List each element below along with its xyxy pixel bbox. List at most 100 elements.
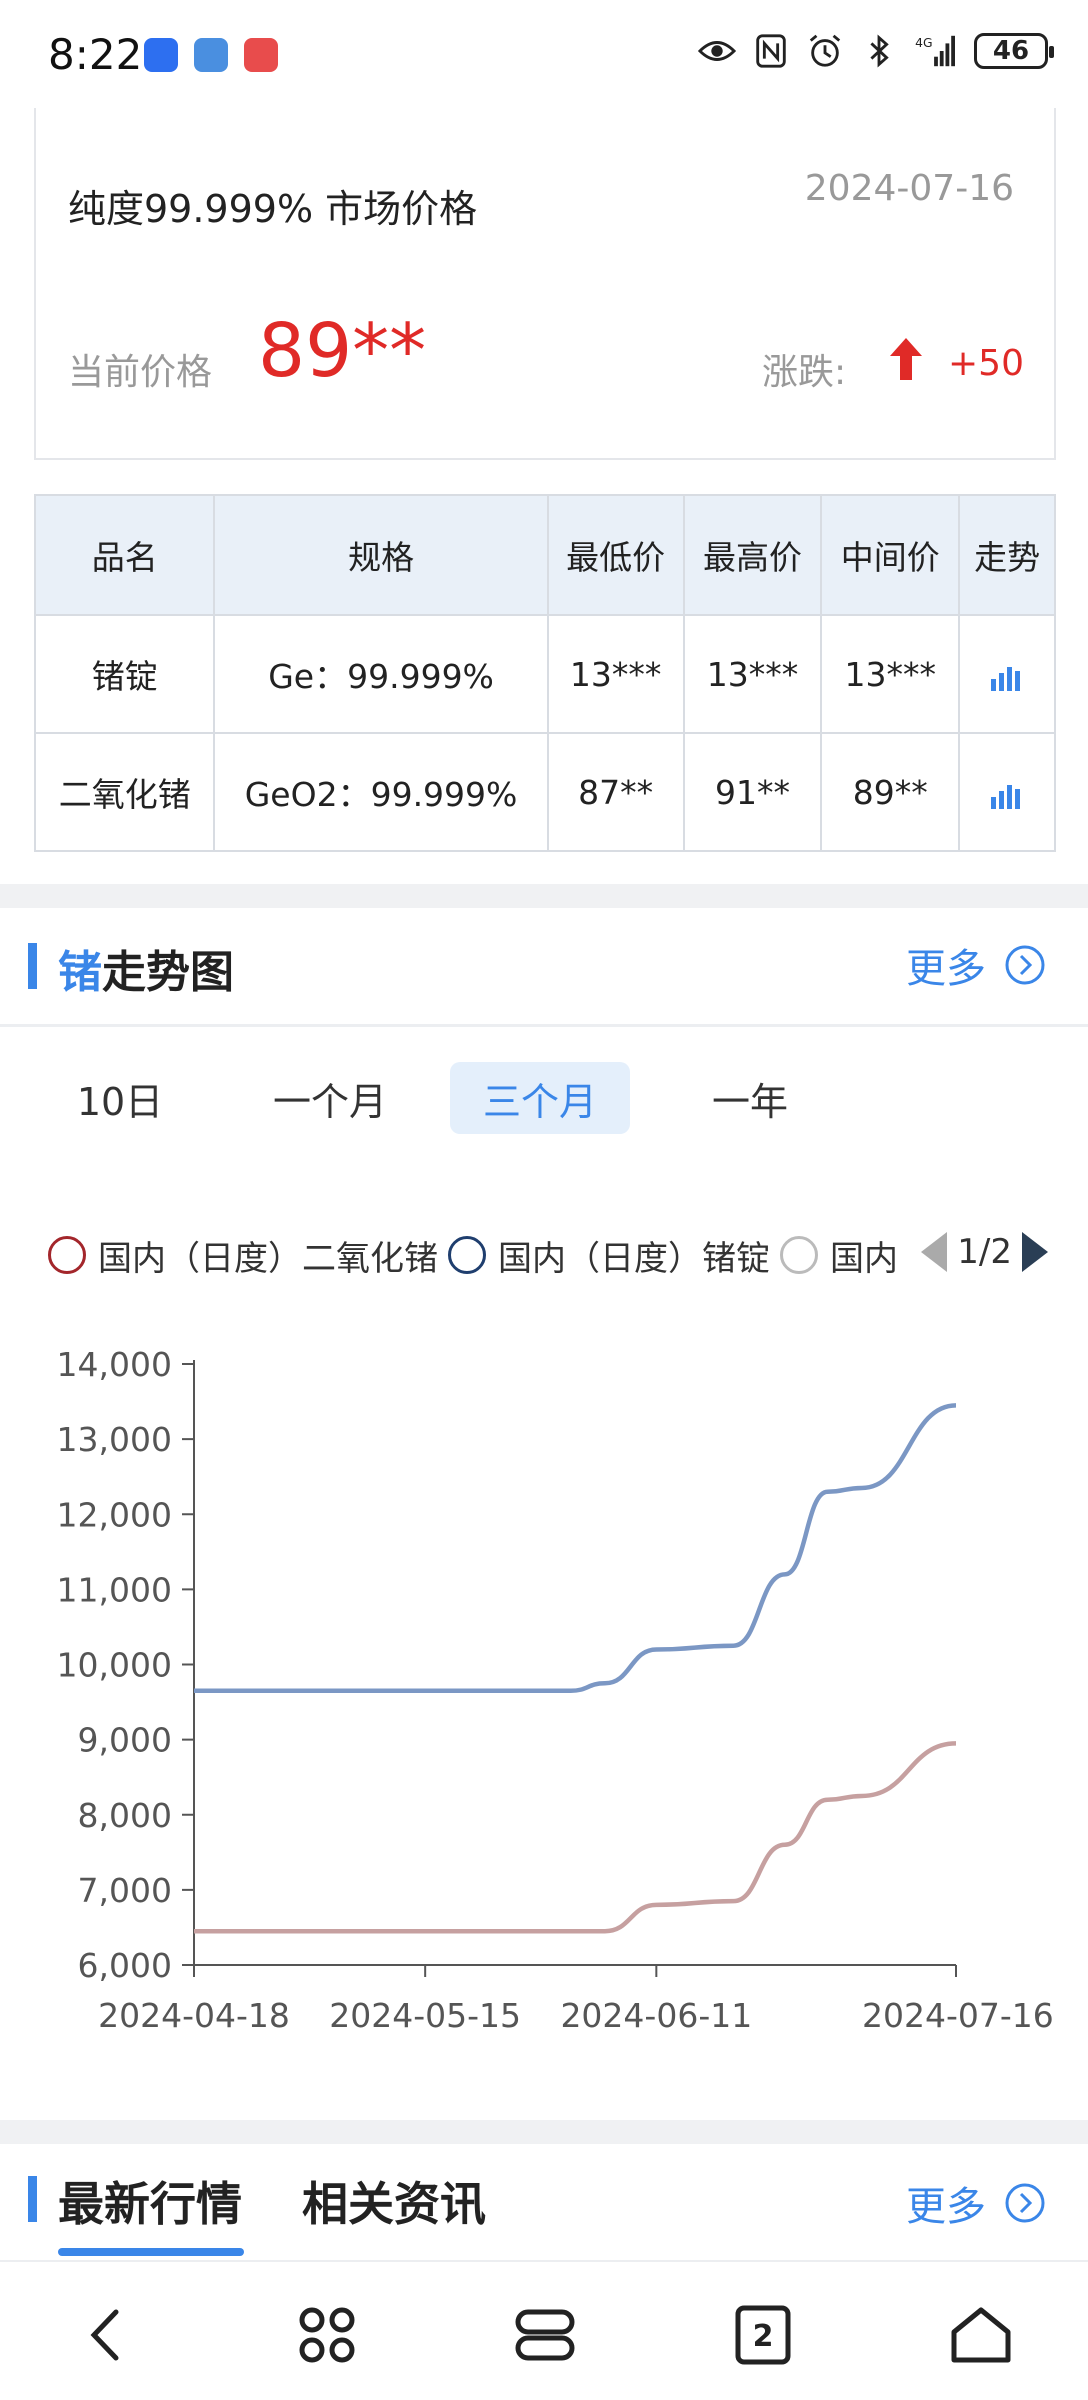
legend-label: 国内（日度）二氧化锗 <box>98 1238 438 1279</box>
tab-latest-market[interactable]: 最新行情 <box>58 2168 242 2234</box>
more-label: 更多 <box>906 2184 986 2230</box>
table-cell: 89** <box>820 732 961 852</box>
y-tick-label: 11,000 <box>57 1570 172 1609</box>
table-cell: GeO2：99.999% <box>213 732 549 852</box>
app-notification-icon <box>144 38 178 72</box>
app-menu-icon[interactable] <box>294 2302 360 2368</box>
y-tick-label: 10,000 <box>57 1646 172 1685</box>
current-price-value: 89** <box>258 308 427 394</box>
legend-pager: 1/2 <box>915 1232 1048 1272</box>
window-count-icon[interactable]: 2 <box>730 2302 796 2368</box>
y-tick-label: 7,000 <box>78 1871 172 1910</box>
arrow-up-icon <box>890 338 922 380</box>
table-row[interactable]: 二氧化锗 GeO2：99.999% 87** 91** 89** <box>33 732 1056 852</box>
y-tick-label: 14,000 <box>57 1345 172 1384</box>
x-tick-label: 2024-05-15 <box>329 1996 521 2035</box>
table-header-row: 品名 规格 最低价 最高价 中间价 走势 <box>33 494 1056 616</box>
x-tick-label: 2024-07-16 <box>862 1996 1054 2035</box>
trend-cell[interactable] <box>958 732 1056 852</box>
price-card-title: 纯度99.999% 市场价格 <box>68 187 478 231</box>
tabs-icon[interactable] <box>512 2302 578 2368</box>
table-header: 规格 <box>213 494 549 616</box>
alarm-icon <box>809 34 841 67</box>
chevron-right-circle-icon <box>1005 2183 1045 2223</box>
range-tab-3m[interactable]: 三个月 <box>450 1062 630 1134</box>
trend-chart: 6,000 7,000 8,000 9,000 10,000 11,000 12,000 13… <box>57 1345 1054 2035</box>
section-separator <box>0 884 1088 908</box>
svg-text:2: 2 <box>753 2319 774 2354</box>
table-header: 走势 <box>958 494 1056 616</box>
table-header: 中间价 <box>820 494 961 616</box>
chevron-right-circle-icon <box>1005 945 1045 985</box>
home-icon[interactable] <box>948 2302 1014 2368</box>
x-tick-label: 2024-04-18 <box>98 1996 290 2035</box>
table-header: 最低价 <box>546 494 685 616</box>
table-cell: 13*** <box>546 614 685 734</box>
current-price-label: 当前价格 <box>68 352 213 393</box>
app-notification-icon <box>244 38 278 72</box>
more-label: 更多 <box>906 946 986 992</box>
trend-section-header: 锗走势图 更多 <box>0 908 1088 1018</box>
table-row[interactable]: 锗锭 Ge：99.999% 13*** 13*** 13*** <box>33 614 1056 734</box>
trend-section-title: 锗走势图 <box>58 936 234 1000</box>
series-line <box>193 1741 957 1934</box>
section-separator <box>0 2120 1088 2144</box>
x-tick-label: 2024-06-11 <box>560 1996 752 2035</box>
y-tick-label: 12,000 <box>57 1495 172 1534</box>
table-cell: 锗锭 <box>33 614 216 734</box>
table-cell: 87** <box>546 732 685 852</box>
section-accent-bar <box>28 2176 37 2222</box>
legend-prev-button[interactable] <box>921 1232 948 1272</box>
bar-chart-icon[interactable] <box>989 779 1025 809</box>
bottom-nav-bar: 2 <box>0 2260 1088 2400</box>
table-cell: 13*** <box>820 614 961 734</box>
legend-item[interactable]: 国内 <box>780 1231 898 1280</box>
tab-related-news[interactable]: 相关资讯 <box>302 2168 486 2234</box>
title-rest: 走势图 <box>102 947 234 998</box>
legend-label: 国内 <box>830 1238 898 1279</box>
table-header: 品名 <box>33 494 216 616</box>
back-icon[interactable] <box>74 2302 140 2368</box>
status-bar: 8:22 4G 46 <box>0 0 1088 110</box>
legend-item[interactable]: 国内（日度）二氧化锗 <box>48 1231 438 1280</box>
legend-marker <box>48 1236 86 1274</box>
legend-next-button[interactable] <box>1022 1232 1048 1272</box>
bar-chart-icon[interactable] <box>989 661 1025 691</box>
status-time: 8:22 <box>48 30 143 79</box>
y-tick-label: 9,000 <box>78 1721 172 1760</box>
divider <box>0 1024 1088 1027</box>
change-value: +50 <box>948 343 1024 384</box>
legend-marker <box>448 1236 486 1274</box>
section-accent-bar <box>28 943 37 989</box>
chart-legend: 国内（日度）二氧化锗 国内（日度）锗锭 国内 <box>48 1230 908 1280</box>
svg-text:4G: 4G <box>915 36 932 50</box>
news-more-link[interactable]: 更多 <box>906 2174 1046 2232</box>
range-tab-1m[interactable]: 一个月 <box>250 1062 410 1134</box>
trend-more-link[interactable]: 更多 <box>906 936 1046 994</box>
app-notification-icon <box>194 38 228 72</box>
title-accent: 锗 <box>58 947 102 998</box>
signal-4g-icon: 4G <box>915 35 955 67</box>
legend-label: 国内（日度）锗锭 <box>498 1238 770 1279</box>
trend-cell[interactable] <box>958 614 1056 734</box>
y-tick-label: 6,000 <box>78 1946 172 1985</box>
table-header: 最高价 <box>682 494 823 616</box>
bluetooth-icon <box>870 34 889 68</box>
legend-marker <box>780 1236 818 1274</box>
legend-page: 1/2 <box>957 1232 1012 1272</box>
price-card-date: 2024-07-16 <box>804 168 1014 209</box>
table-cell: Ge：99.999% <box>213 614 549 734</box>
change-label: 涨跌: <box>762 352 847 393</box>
battery-icon: 46 <box>974 33 1054 69</box>
y-tick-label: 8,000 <box>78 1796 172 1835</box>
table-cell: 13*** <box>682 614 823 734</box>
eye-icon <box>698 41 736 61</box>
nfc-icon <box>756 34 786 68</box>
price-table: 品名 规格 最低价 最高价 中间价 走势 锗锭 Ge：99.999% 13***… <box>33 494 1056 852</box>
range-tab-1y[interactable]: 一年 <box>690 1062 810 1134</box>
range-tab-10d[interactable]: 10日 <box>60 1062 180 1134</box>
price-card: 纯度99.999% 市场价格 2024-07-16 当前价格 89** 涨跌: … <box>34 108 1056 460</box>
legend-item[interactable]: 国内（日度）锗锭 <box>448 1231 770 1280</box>
table-cell: 二氧化锗 <box>33 732 216 852</box>
active-tab-indicator <box>58 2248 244 2256</box>
